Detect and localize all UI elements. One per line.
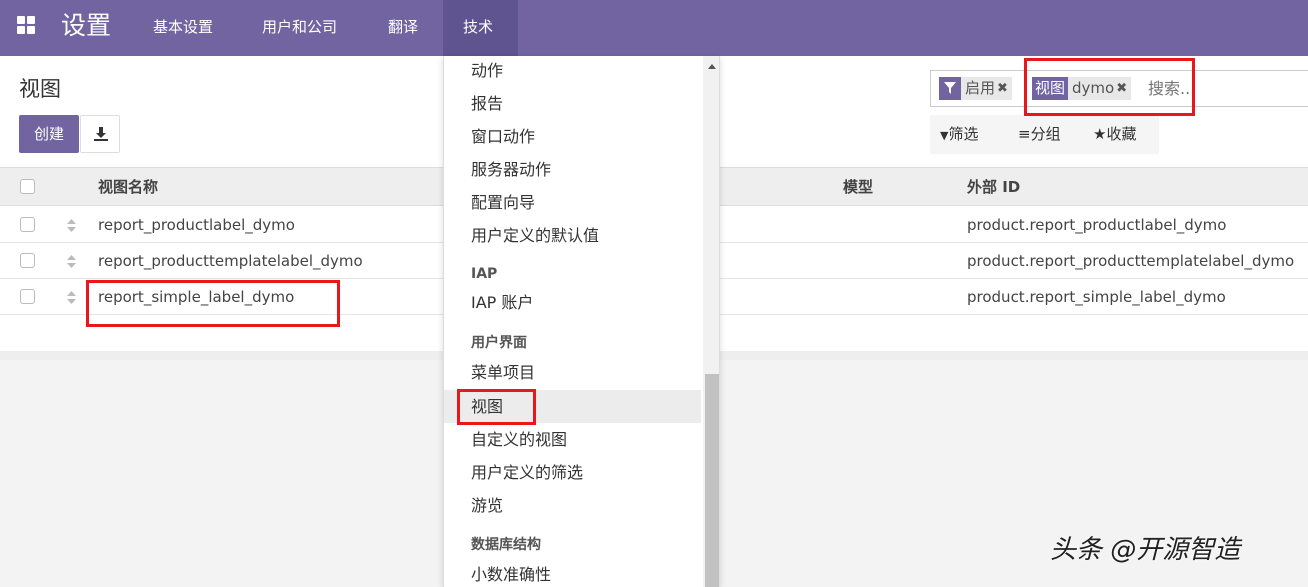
facet-value: 启用: [965, 79, 996, 97]
menu-item-iap-account[interactable]: IAP 账户: [444, 286, 701, 319]
external-id-cell: product.report_simple_label_dymo: [967, 288, 1226, 306]
facet-remove-icon[interactable]: ✖: [997, 77, 1012, 100]
menu-item-user-defaults[interactable]: 用户定义的默认值: [444, 219, 701, 252]
menu-section-user-interface: 用户界面: [471, 335, 527, 351]
external-id-cell: product.report_productlabel_dymo: [967, 216, 1227, 234]
row-checkbox[interactable]: [20, 217, 35, 232]
row-checkbox[interactable]: [20, 253, 35, 268]
menu-item-actions[interactable]: 动作: [444, 56, 701, 87]
apps-grid-icon[interactable]: [17, 16, 35, 34]
column-view-name[interactable]: 视图名称: [98, 168, 158, 206]
sort-handle-icon[interactable]: [67, 219, 76, 232]
menu-section-database-structure: 数据库结构: [471, 537, 541, 553]
menu-section-iap: IAP: [471, 266, 498, 282]
menu-translations[interactable]: 翻译: [388, 0, 418, 56]
row-checkbox[interactable]: [20, 289, 35, 304]
sort-handle-icon[interactable]: [67, 291, 76, 304]
page-title: 视图: [19, 77, 61, 101]
menu-item-reports[interactable]: 报告: [444, 87, 701, 120]
menu-item-tours[interactable]: 游览: [444, 489, 701, 522]
group-by-toggle[interactable]: ≡分组: [1018, 115, 1061, 154]
menu-item-customized-views[interactable]: 自定义的视图: [444, 423, 701, 456]
scroll-up-arrow-icon[interactable]: [708, 64, 716, 69]
app-title[interactable]: 设置: [61, 9, 111, 43]
menu-technical[interactable]: 技术: [443, 0, 518, 56]
technical-dropdown-menu: 动作 报告 窗口动作 服务器动作 配置向导 用户定义的默认值 IAP IAP 账…: [443, 56, 720, 587]
menu-basic-settings[interactable]: 基本设置: [153, 0, 213, 56]
filters-toggle[interactable]: ▼筛选: [940, 115, 978, 154]
select-all-checkbox[interactable]: [20, 179, 35, 194]
menu-item-window-actions[interactable]: 窗口动作: [444, 120, 701, 153]
highlight-box-menu-item: [457, 389, 536, 425]
group-by-label: 分组: [1030, 125, 1061, 143]
top-navbar: 设置 基本设置 用户和公司 翻译 技术: [0, 0, 1308, 56]
menu-item-menu-items[interactable]: 菜单项目: [444, 356, 701, 389]
download-button[interactable]: [80, 115, 120, 153]
dropdown-scrollbar[interactable]: [703, 56, 719, 587]
menu-users-companies[interactable]: 用户和公司: [262, 0, 337, 56]
menu-item-config-wizards[interactable]: 配置向导: [444, 186, 701, 219]
search-options: ▼筛选 ≡分组 ★收藏: [930, 115, 1159, 154]
sort-handle-icon[interactable]: [67, 255, 76, 268]
filter-icon: [939, 77, 961, 100]
create-button[interactable]: 创建: [19, 115, 79, 153]
menu-item-server-actions[interactable]: 服务器动作: [444, 153, 701, 186]
list-icon: ≡: [1018, 125, 1031, 143]
column-model[interactable]: 模型: [843, 168, 873, 206]
external-id-cell: product.report_producttemplatelabel_dymo: [967, 252, 1295, 270]
column-external-id[interactable]: 外部 ID: [967, 168, 1020, 206]
view-name-cell: report_productlabel_dymo: [98, 216, 295, 234]
view-name-cell: report_producttemplatelabel_dymo: [98, 252, 363, 270]
favorites-toggle[interactable]: ★收藏: [1093, 115, 1136, 154]
highlight-box-row: [86, 280, 340, 327]
search-facet-active: 启用 ✖: [939, 77, 1012, 100]
star-icon: ★: [1093, 125, 1107, 143]
menu-item-user-filters[interactable]: 用户定义的筛选: [444, 456, 701, 489]
watermark-text: 头条 @开源智造: [1050, 535, 1241, 565]
download-icon: [94, 127, 108, 141]
scrollbar-thumb[interactable]: [705, 374, 719, 587]
filters-label: 筛选: [948, 125, 979, 143]
highlight-box-search: [1024, 58, 1195, 116]
menu-item-decimal-accuracy[interactable]: 小数准确性: [444, 558, 701, 587]
favorites-label: 收藏: [1106, 125, 1137, 143]
